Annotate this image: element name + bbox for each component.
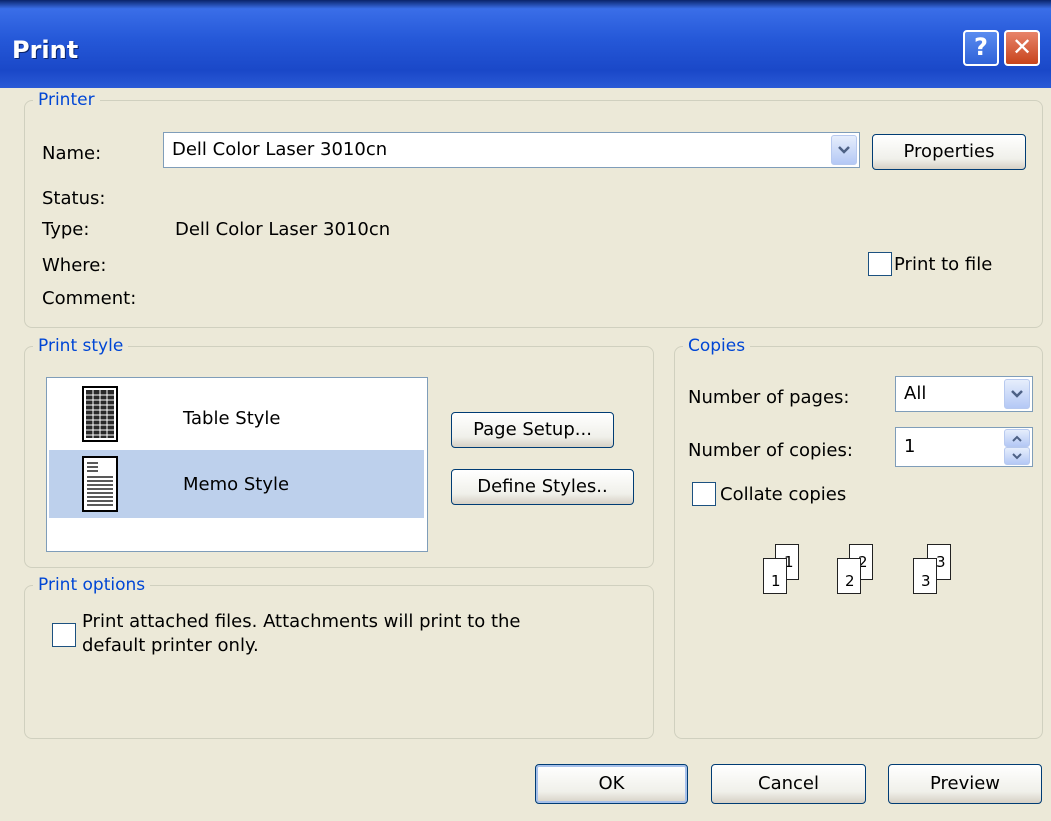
dialog-title: Print: [12, 36, 79, 64]
print-to-file-checkbox[interactable]: [868, 252, 892, 276]
collate-page: 2: [837, 558, 861, 594]
number-of-pages-label: Number of pages:: [688, 387, 850, 408]
preview-button[interactable]: Preview: [888, 764, 1042, 804]
list-item-table-style[interactable]: Table Style: [49, 380, 424, 448]
collate-page-number: 2: [845, 572, 855, 590]
print-to-file-label[interactable]: Print to file: [894, 254, 992, 275]
printer-legend: Printer: [33, 90, 100, 110]
memo-style-icon: [82, 456, 118, 516]
table-style-icon: [82, 386, 118, 446]
define-styles-button[interactable]: Define Styles..: [451, 469, 634, 505]
print-attached-files-line1[interactable]: Print attached files. Attachments will p…: [82, 611, 520, 632]
type-label: Type:: [42, 219, 90, 240]
help-button[interactable]: ?: [963, 30, 999, 66]
where-label: Where:: [42, 255, 107, 276]
dialog-body: Printer Name: Dell Color Laser 3010cn Pr…: [8, 88, 1051, 821]
status-label: Status:: [42, 188, 106, 209]
print-attached-files-checkbox[interactable]: [52, 623, 76, 647]
number-of-pages-value: All: [904, 383, 927, 404]
collate-copies-checkbox[interactable]: [692, 482, 716, 506]
type-value: Dell Color Laser 3010cn: [175, 219, 391, 240]
print-style-list[interactable]: Table Style Memo Style: [46, 377, 428, 552]
comment-label: Comment:: [42, 288, 137, 309]
chevron-down-icon[interactable]: [831, 135, 857, 165]
number-of-copies-label: Number of copies:: [688, 440, 853, 461]
printer-name-value: Dell Color Laser 3010cn: [172, 139, 388, 160]
print-style-legend: Print style: [33, 336, 129, 356]
print-dialog: Print ? ✕ Printer Name: Dell Color Laser…: [0, 0, 1051, 821]
memo-style-label: Memo Style: [183, 474, 290, 495]
collate-page-number: 3: [936, 553, 946, 571]
number-of-copies-value: 1: [904, 436, 916, 457]
title-bar[interactable]: Print ? ✕: [0, 0, 1051, 88]
page-setup-button[interactable]: Page Setup...: [451, 412, 614, 448]
copies-legend: Copies: [683, 336, 751, 356]
close-button[interactable]: ✕: [1004, 30, 1040, 66]
collate-page: 3: [913, 558, 937, 594]
spin-down-icon[interactable]: [1004, 447, 1030, 465]
print-options-legend: Print options: [33, 575, 151, 595]
name-label: Name:: [42, 143, 102, 164]
collate-page-number: 1: [771, 572, 781, 590]
collate-copies-label[interactable]: Collate copies: [720, 484, 846, 505]
cancel-button[interactable]: Cancel: [711, 764, 866, 804]
printer-name-dropdown[interactable]: Dell Color Laser 3010cn: [163, 132, 860, 168]
list-item-memo-style[interactable]: Memo Style: [49, 450, 424, 518]
table-style-label: Table Style: [183, 408, 281, 429]
print-options-group: Print options: [24, 575, 654, 739]
number-of-pages-dropdown[interactable]: All: [895, 376, 1033, 412]
ok-button[interactable]: OK: [535, 764, 688, 804]
chevron-down-icon[interactable]: [1004, 379, 1030, 409]
collate-page: 1: [763, 558, 787, 594]
print-attached-files-line2[interactable]: default printer only.: [82, 635, 259, 656]
properties-button[interactable]: Properties: [872, 134, 1026, 170]
spin-up-icon[interactable]: [1004, 429, 1030, 447]
collate-page-number: 3: [921, 572, 931, 590]
